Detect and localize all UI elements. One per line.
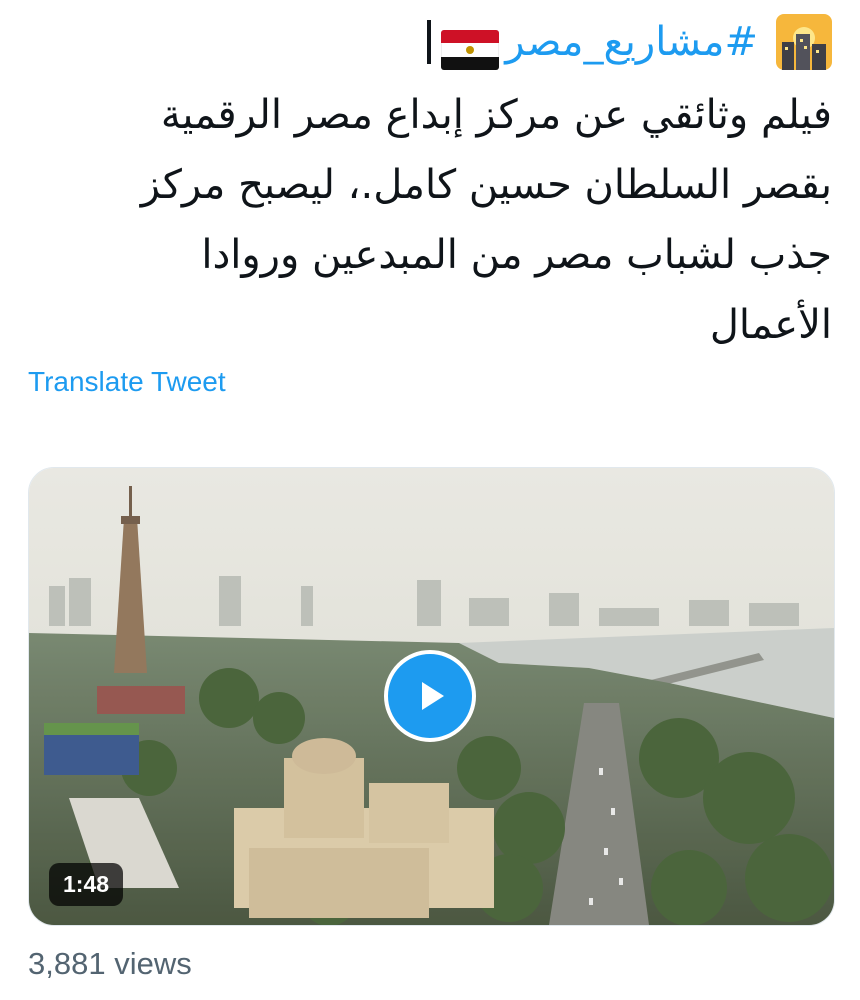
translate-tweet-link[interactable]: Translate Tweet — [28, 366, 226, 398]
tweet-line-3: جذب لشباب مصر من المبدعين وروادا — [201, 232, 832, 278]
video-player[interactable]: 1:48 — [28, 467, 835, 926]
tweet-line-1: فيلم وثائقي عن مركز إبداع مصر الرقمية — [160, 92, 832, 138]
play-button[interactable] — [384, 650, 476, 742]
video-duration-badge: 1:48 — [49, 863, 124, 906]
tweet-line-2: بقصر السلطان حسين كامل.، ليصبح مركز — [140, 162, 832, 208]
play-icon — [422, 682, 444, 710]
tweet-text: #مشاريع_مصر فيلم وثائقي عن مركز إبداع مص… — [42, 4, 832, 360]
tweet-line-4: الأعمال — [709, 302, 832, 348]
cityscape-icon — [776, 14, 832, 70]
egypt-flag-icon — [440, 22, 500, 71]
hashtag-link[interactable]: #مشاريع_مصر — [505, 7, 758, 77]
view-count: 3,881 views — [28, 946, 192, 981]
hashtag-line: #مشاريع_مصر — [42, 4, 832, 80]
text-cursor — [427, 20, 432, 64]
tweet-page: #مشاريع_مصر فيلم وثائقي عن مركز إبداع مص… — [0, 0, 860, 1000]
